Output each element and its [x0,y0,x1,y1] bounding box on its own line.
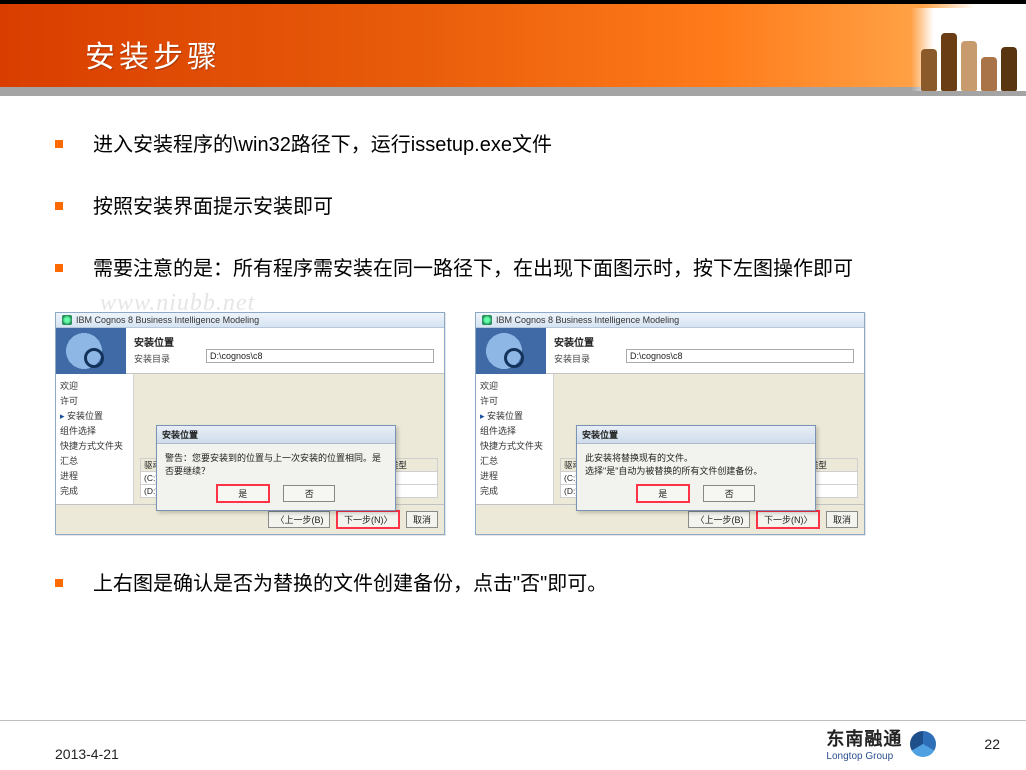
window-title-text: IBM Cognos 8 Business Intelligence Model… [76,315,259,325]
cancel-button[interactable]: 取消 [406,511,438,528]
dialog-message: 此安装将替换现有的文件。 选择"是"自动为被替换的所有文件创建备份。 [577,444,815,485]
yes-button[interactable]: 是 [217,485,269,502]
banner-heading: 安装位置 [134,334,174,349]
wizard-step: 组件选择 [478,423,551,438]
next-button[interactable]: 下一步(N)〉 [337,511,400,528]
footer-right: 东南融通 Longtop Group 22 [826,721,1000,762]
banner-heading: 安装位置 [554,334,594,349]
bullet-item: 按照安装界面提示安装即可 [55,188,971,226]
wizard-step: 快捷方式文件夹 [58,438,131,453]
dialog-line: 选择"是"自动为被替换的所有文件创建备份。 [585,465,807,478]
yes-button[interactable]: 是 [637,485,689,502]
wizard-step: 完成 [58,483,131,498]
dialog-title: 安装位置 [157,426,395,444]
wizard-step: 欢迎 [58,378,131,393]
installer-window-right: IBM Cognos 8 Business Intelligence Model… [475,312,865,535]
wizard-step: 汇总 [478,453,551,468]
bullet-item: 进入安装程序的\win32路径下，运行issetup.exe文件 [55,126,971,164]
footer-date: 2013-4-21 [55,740,119,762]
install-path-input[interactable]: D:\cognos\c8 [206,349,434,363]
confirm-dialog-right: 安装位置 此安装将替换现有的文件。 选择"是"自动为被替换的所有文件创建备份。 … [576,425,816,511]
bullet-text: 上右图是确认是否为替换的文件创建备份，点击"否"即可。 [93,565,607,603]
dialog-title: 安装位置 [577,426,815,444]
header-chess-image [911,8,1026,91]
brand-logo-icon [910,731,936,757]
no-button[interactable]: 否 [703,485,755,502]
banner-sub: 安装目录 [134,352,174,365]
wizard-sidebar: 欢迎 许可 安装位置 组件选择 快捷方式文件夹 汇总 进程 完成 [476,374,554,504]
no-button[interactable]: 否 [283,485,335,502]
bullet-item: 需要注意的是：所有程序需安装在同一路径下，在出现下面图示时，按下左图操作即可 [55,250,971,288]
wizard-step: 组件选择 [58,423,131,438]
bullet-text: 进入安装程序的\win32路径下，运行issetup.exe文件 [93,126,552,164]
banner-art [56,328,126,374]
wizard-step-current: 安装位置 [478,408,551,423]
wizard-sidebar: 欢迎 许可 安装位置 组件选择 快捷方式文件夹 汇总 进程 完成 [56,374,134,504]
wizard-step: 汇总 [58,453,131,468]
wizard-step: 许可 [58,393,131,408]
wizard-step: 快捷方式文件夹 [478,438,551,453]
wizard-step: 许可 [478,393,551,408]
banner-art [476,328,546,374]
bullet-list-bottom: 上右图是确认是否为替换的文件创建备份，点击"否"即可。 [55,565,971,603]
banner-sub: 安装目录 [554,352,594,365]
next-button[interactable]: 下一步(N)〉 [757,511,820,528]
slide-header: 安装步骤 [0,0,1026,96]
wizard-step: 完成 [478,483,551,498]
header-separator [0,87,1026,96]
cancel-button[interactable]: 取消 [826,511,858,528]
window-titlebar: IBM Cognos 8 Business Intelligence Model… [476,313,864,328]
wizard-step-current: 安装位置 [58,408,131,423]
install-path-input[interactable]: D:\cognos\c8 [626,349,854,363]
dialog-line: 此安装将替换现有的文件。 [585,452,807,465]
wizard-step: 进程 [58,468,131,483]
confirm-dialog-left: 安装位置 警告：您要安装到的位置与上一次安装的位置相同。是否要继续？ 是 否 [156,425,396,511]
header-band: 安装步骤 [0,4,1026,87]
page-number: 22 [984,736,1000,752]
bullet-list: 进入安装程序的\win32路径下，运行issetup.exe文件 按照安装界面提… [55,126,971,288]
window-title-text: IBM Cognos 8 Business Intelligence Model… [496,315,679,325]
brand-cn: 东南融通 [826,725,902,751]
back-button[interactable]: 〈上一步(B) [268,511,330,528]
back-button[interactable]: 〈上一步(B) [688,511,750,528]
bullet-item: 上右图是确认是否为替换的文件创建备份，点击"否"即可。 [55,565,971,603]
page-title: 安装步骤 [85,32,221,76]
bullet-text: 需要注意的是：所有程序需安装在同一路径下，在出现下面图示时，按下左图操作即可 [93,250,853,288]
dialog-message: 警告：您要安装到的位置与上一次安装的位置相同。是否要继续？ [157,444,395,485]
installer-window-left: IBM Cognos 8 Business Intelligence Model… [55,312,445,535]
wizard-step: 进程 [478,468,551,483]
window-titlebar: IBM Cognos 8 Business Intelligence Model… [56,313,444,328]
screenshot-row: IBM Cognos 8 Business Intelligence Model… [55,312,971,535]
wizard-step: 欢迎 [478,378,551,393]
bullet-text: 按照安装界面提示安装即可 [93,188,333,226]
content: www.niubb.net 进入安装程序的\win32路径下，运行issetup… [0,96,1026,637]
slide-footer: 2013-4-21 东南融通 Longtop Group 22 [0,720,1026,762]
brand-en: Longtop Group [826,751,902,762]
